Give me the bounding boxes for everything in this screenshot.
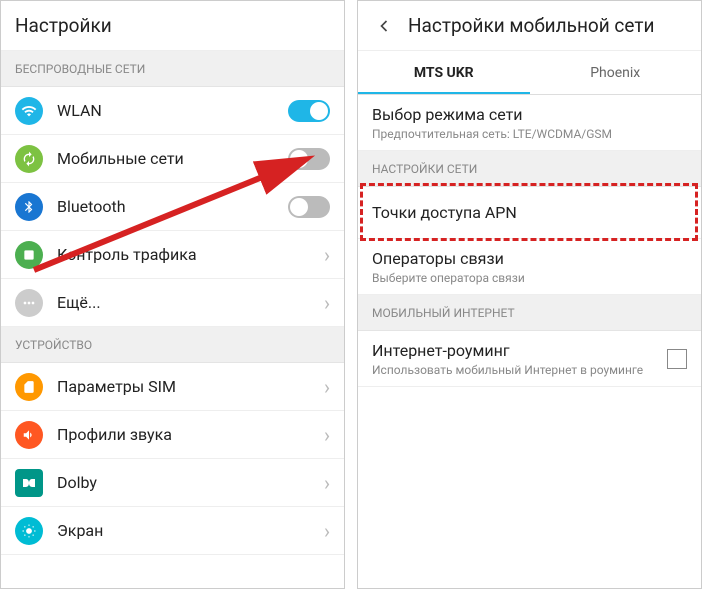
tab-phoenix[interactable]: Phoenix — [530, 51, 702, 94]
row-mobile-networks[interactable]: Мобильные сети — [1, 135, 344, 183]
traffic-icon — [15, 241, 43, 269]
dolby-icon — [15, 469, 43, 497]
row-display[interactable]: Экран › — [1, 507, 344, 555]
row-roaming[interactable]: Интернет-роуминг Использовать мобильный … — [358, 331, 701, 387]
row-operators[interactable]: Операторы связи Выберите оператора связи — [358, 239, 701, 295]
sound-icon — [15, 421, 43, 449]
row-traffic[interactable]: Контроль трафика › — [1, 231, 344, 279]
section-network-settings: НАСТРОЙКИ СЕТИ — [358, 151, 701, 187]
roaming-title: Интернет-роуминг — [372, 341, 667, 360]
row-wlan[interactable]: WLAN — [1, 87, 344, 135]
sound-label: Профили звука — [57, 425, 324, 444]
apn-label: Точки доступа APN — [372, 203, 687, 222]
row-bluetooth[interactable]: Bluetooth — [1, 183, 344, 231]
roaming-checkbox[interactable] — [667, 349, 687, 369]
display-icon — [15, 517, 43, 545]
traffic-label: Контроль трафика — [57, 245, 324, 264]
chevron-right-icon: › — [324, 243, 330, 267]
settings-panel-left: Настройки БЕСПРОВОДНЫЕ СЕТИ WLAN Мобильн… — [0, 0, 345, 589]
row-network-mode[interactable]: Выбор режима сети Предпочтительная сеть:… — [358, 95, 701, 151]
more-label: Ещё... — [57, 293, 324, 312]
sim-label: Параметры SIM — [57, 377, 324, 396]
bluetooth-toggle[interactable] — [288, 196, 330, 218]
page-title: Настройки мобильной сети — [408, 14, 654, 37]
chevron-right-icon: › — [324, 375, 330, 399]
dolby-label: Dolby — [57, 473, 324, 492]
display-label: Экран — [57, 521, 324, 540]
chevron-right-icon: › — [324, 423, 330, 447]
back-button[interactable] — [372, 14, 396, 38]
row-more[interactable]: Ещё... › — [1, 279, 344, 327]
bluetooth-label: Bluetooth — [57, 197, 288, 216]
wlan-label: WLAN — [57, 101, 288, 120]
row-sound[interactable]: Профили звука › — [1, 411, 344, 459]
bluetooth-icon — [15, 193, 43, 221]
mobile-icon — [15, 145, 43, 173]
row-sim[interactable]: Параметры SIM › — [1, 363, 344, 411]
chevron-right-icon: › — [324, 519, 330, 543]
settings-header: Настройки — [1, 1, 344, 51]
mobile-toggle[interactable] — [288, 148, 330, 170]
wifi-icon — [15, 97, 43, 125]
more-icon — [15, 289, 43, 317]
chevron-right-icon: › — [324, 471, 330, 495]
mobile-network-header: Настройки мобильной сети — [358, 1, 701, 51]
mobile-label: Мобильные сети — [57, 149, 288, 168]
sim-tabs: MTS UKR Phoenix — [358, 51, 701, 95]
section-wireless: БЕСПРОВОДНЫЕ СЕТИ — [1, 51, 344, 87]
wlan-toggle[interactable] — [288, 100, 330, 122]
operators-sub: Выберите оператора связи — [372, 271, 687, 285]
sim-icon — [15, 373, 43, 401]
tab-mts[interactable]: MTS UKR — [358, 51, 530, 94]
page-title: Настройки — [15, 14, 112, 37]
row-dolby[interactable]: Dolby › — [1, 459, 344, 507]
section-device: УСТРОЙСТВО — [1, 327, 344, 363]
operators-title: Операторы связи — [372, 249, 687, 268]
network-mode-title: Выбор режима сети — [372, 105, 687, 124]
chevron-right-icon: › — [324, 291, 330, 315]
row-apn[interactable]: Точки доступа APN — [358, 187, 701, 239]
roaming-sub: Использовать мобильный Интернет в роумин… — [372, 363, 667, 377]
network-mode-sub: Предпочтительная сеть: LTE/WCDMA/GSM — [372, 127, 687, 141]
mobile-network-panel-right: Настройки мобильной сети MTS UKR Phoenix… — [357, 0, 702, 589]
section-mobile-internet: МОБИЛЬНЫЙ ИНТЕРНЕТ — [358, 295, 701, 331]
